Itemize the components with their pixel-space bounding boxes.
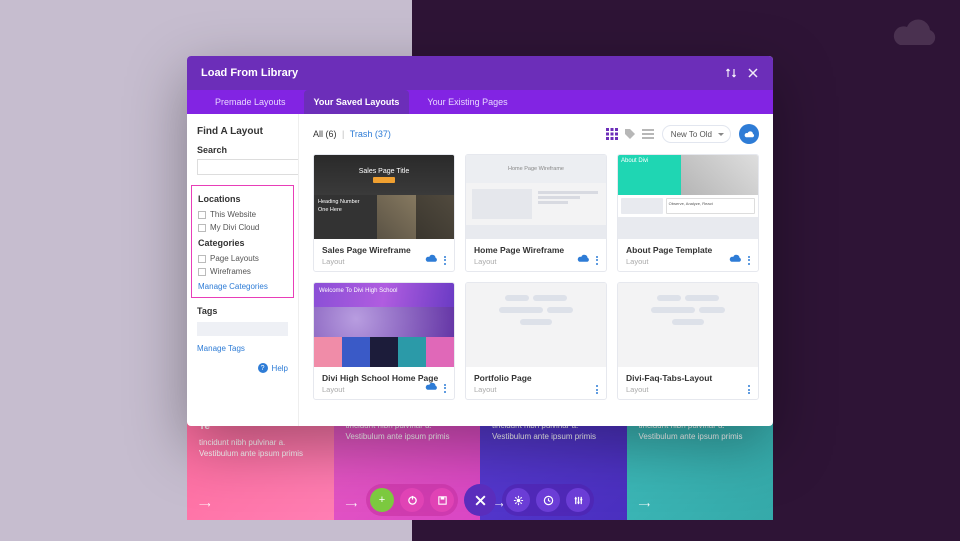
manage-categories-link[interactable]: Manage Categories — [198, 282, 287, 291]
grid-view-icon[interactable] — [606, 128, 618, 140]
tab-saved-layouts[interactable]: Your Saved Layouts — [304, 90, 410, 114]
more-icon[interactable] — [442, 256, 448, 265]
tags-heading: Tags — [197, 306, 288, 316]
filter-all[interactable]: All (6) — [313, 129, 337, 139]
layout-title: Divi-Faq-Tabs-Layout — [626, 373, 750, 383]
layout-thumbnail — [466, 283, 606, 367]
layout-card[interactable]: Sales Page Title Heading NumberOne Here … — [313, 154, 455, 272]
cloud-sync-button[interactable] — [739, 124, 759, 144]
cloud-icon — [425, 254, 438, 266]
more-icon[interactable] — [746, 256, 752, 265]
help-link[interactable]: ?Help — [197, 363, 288, 373]
layout-card[interactable]: Home Page Wireframe Home Page Wireframe … — [465, 154, 607, 272]
more-icon[interactable] — [594, 385, 600, 394]
category-page-layouts[interactable]: Page Layouts — [198, 252, 287, 265]
layout-card[interactable]: Portfolio Page Layout — [465, 282, 607, 400]
more-icon[interactable] — [442, 384, 448, 393]
bg-cloud-icon — [892, 18, 940, 53]
layout-subtitle: Layout — [626, 385, 750, 394]
more-icon[interactable] — [746, 385, 752, 394]
save-button[interactable] — [430, 488, 454, 512]
category-wireframes[interactable]: Wireframes — [198, 265, 287, 278]
adjust-button[interactable] — [566, 488, 590, 512]
layout-thumbnail: Welcome To Divi High School — [314, 283, 454, 367]
modal-title: Load From Library — [201, 67, 298, 79]
results-counts: All (6) | Trash (37) — [313, 129, 391, 139]
layout-card[interactable]: About Divi Observe, Analyze, React About… — [617, 154, 759, 272]
cloud-icon — [729, 254, 742, 266]
filters-highlight: Locations This Website My Divi Cloud Cat… — [191, 185, 294, 298]
layout-title: Portfolio Page — [474, 373, 598, 383]
history-button[interactable] — [536, 488, 560, 512]
sort-select[interactable]: New To Old — [662, 125, 731, 143]
divi-toolbar: + — [366, 484, 594, 516]
modal-header: Load From Library — [187, 56, 773, 90]
layout-card[interactable]: Divi-Faq-Tabs-Layout Layout — [617, 282, 759, 400]
tab-premade-layouts[interactable]: Premade Layouts — [205, 90, 296, 114]
categories-heading: Categories — [198, 238, 287, 248]
cloud-icon — [577, 254, 590, 266]
locations-heading: Locations — [198, 194, 287, 204]
location-this-website[interactable]: This Website — [198, 208, 287, 221]
power-button[interactable] — [400, 488, 424, 512]
layout-thumbnail: About Divi Observe, Analyze, React — [618, 155, 758, 239]
layout-thumbnail: Sales Page Title Heading NumberOne Here — [314, 155, 454, 239]
list-view-icon[interactable] — [642, 128, 654, 140]
add-button[interactable]: + — [370, 488, 394, 512]
settings-button[interactable] — [506, 488, 530, 512]
tag-view-icon[interactable] — [624, 128, 636, 140]
layout-thumbnail: Home Page Wireframe — [466, 155, 606, 239]
search-label: Search — [197, 145, 288, 155]
layout-thumbnail — [618, 283, 758, 367]
search-input[interactable] — [197, 159, 299, 175]
sidebar: Find A Layout Search + Filter Locations … — [187, 114, 299, 426]
filter-trash[interactable]: Trash (37) — [350, 129, 391, 139]
layout-card[interactable]: Welcome To Divi High School Divi High Sc… — [313, 282, 455, 400]
cloud-icon — [425, 382, 438, 394]
layouts-grid: Sales Page Title Heading NumberOne Here … — [313, 154, 759, 400]
close-icon[interactable] — [747, 67, 759, 79]
layout-subtitle: Layout — [474, 385, 598, 394]
location-divi-cloud[interactable]: My Divi Cloud — [198, 221, 287, 234]
more-icon[interactable] — [594, 256, 600, 265]
tab-existing-pages[interactable]: Your Existing Pages — [417, 90, 517, 114]
load-library-modal: Load From Library Premade Layouts Your S… — [187, 56, 773, 426]
tags-input[interactable] — [197, 322, 288, 336]
close-builder-button[interactable] — [464, 484, 496, 516]
main-area: All (6) | Trash (37) New To Old — [299, 114, 773, 426]
manage-tags-link[interactable]: Manage Tags — [197, 344, 288, 353]
find-layout-title: Find A Layout — [197, 126, 288, 137]
tabs: Premade Layouts Your Saved Layouts Your … — [187, 90, 773, 114]
sort-toggle-icon[interactable] — [725, 67, 737, 79]
